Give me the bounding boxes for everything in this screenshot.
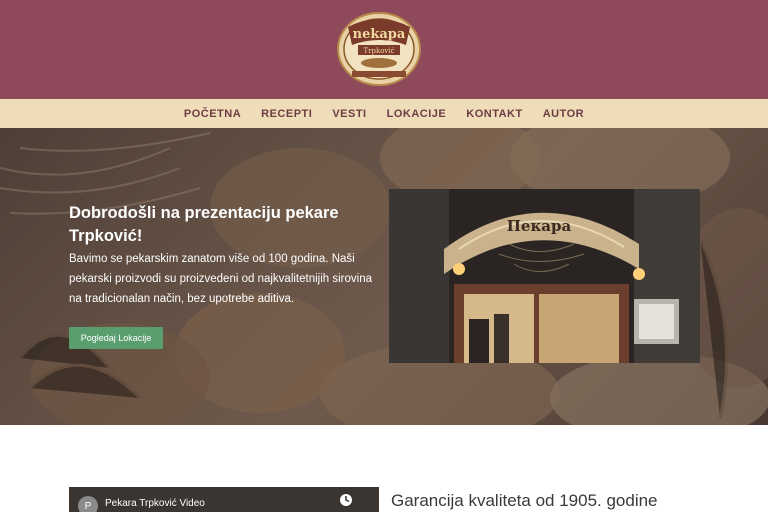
hero-description: Bavimo se pekarskim zanatom više od 100 … [69,253,372,305]
storefront-sign: Пекара [507,217,572,235]
watch-later-icon[interactable] [339,493,353,507]
svg-text:nekapa: nekapa [353,27,406,42]
main-navigation: POČETNA RECEPTI VESTI LOKACIJE KONTAKT A… [0,99,768,128]
video-title[interactable]: Pekara Trpković Video [105,498,205,509]
youtube-video-embed[interactable]: P Pekara Trpković Video [69,487,379,512]
view-locations-button[interactable]: Pogledaj Lokacije [69,327,163,349]
site-header: nekapa Trpković [0,0,768,99]
nav-item-pocetna[interactable]: POČETNA [174,108,251,120]
bakery-storefront-photo: Пекара [389,189,700,363]
hero-title: Dobrodošli na prezentaciju pekare Trpkov… [69,204,339,245]
nav-item-vesti[interactable]: VESTI [322,108,376,120]
nav-item-recepti[interactable]: RECEPTI [251,108,322,120]
nav-item-autor[interactable]: AUTOR [533,108,594,120]
svg-text:Trpković: Trpković [363,47,394,55]
nav-item-lokacije[interactable]: LOKACIJE [377,108,457,120]
channel-avatar[interactable]: P [78,496,98,512]
nav-item-kontakt[interactable]: KONTAKT [456,108,532,120]
bakery-logo-icon[interactable]: nekapa Trpković [336,9,422,87]
quality-section-title: Garancija kvaliteta od 1905. godine [391,491,658,510]
